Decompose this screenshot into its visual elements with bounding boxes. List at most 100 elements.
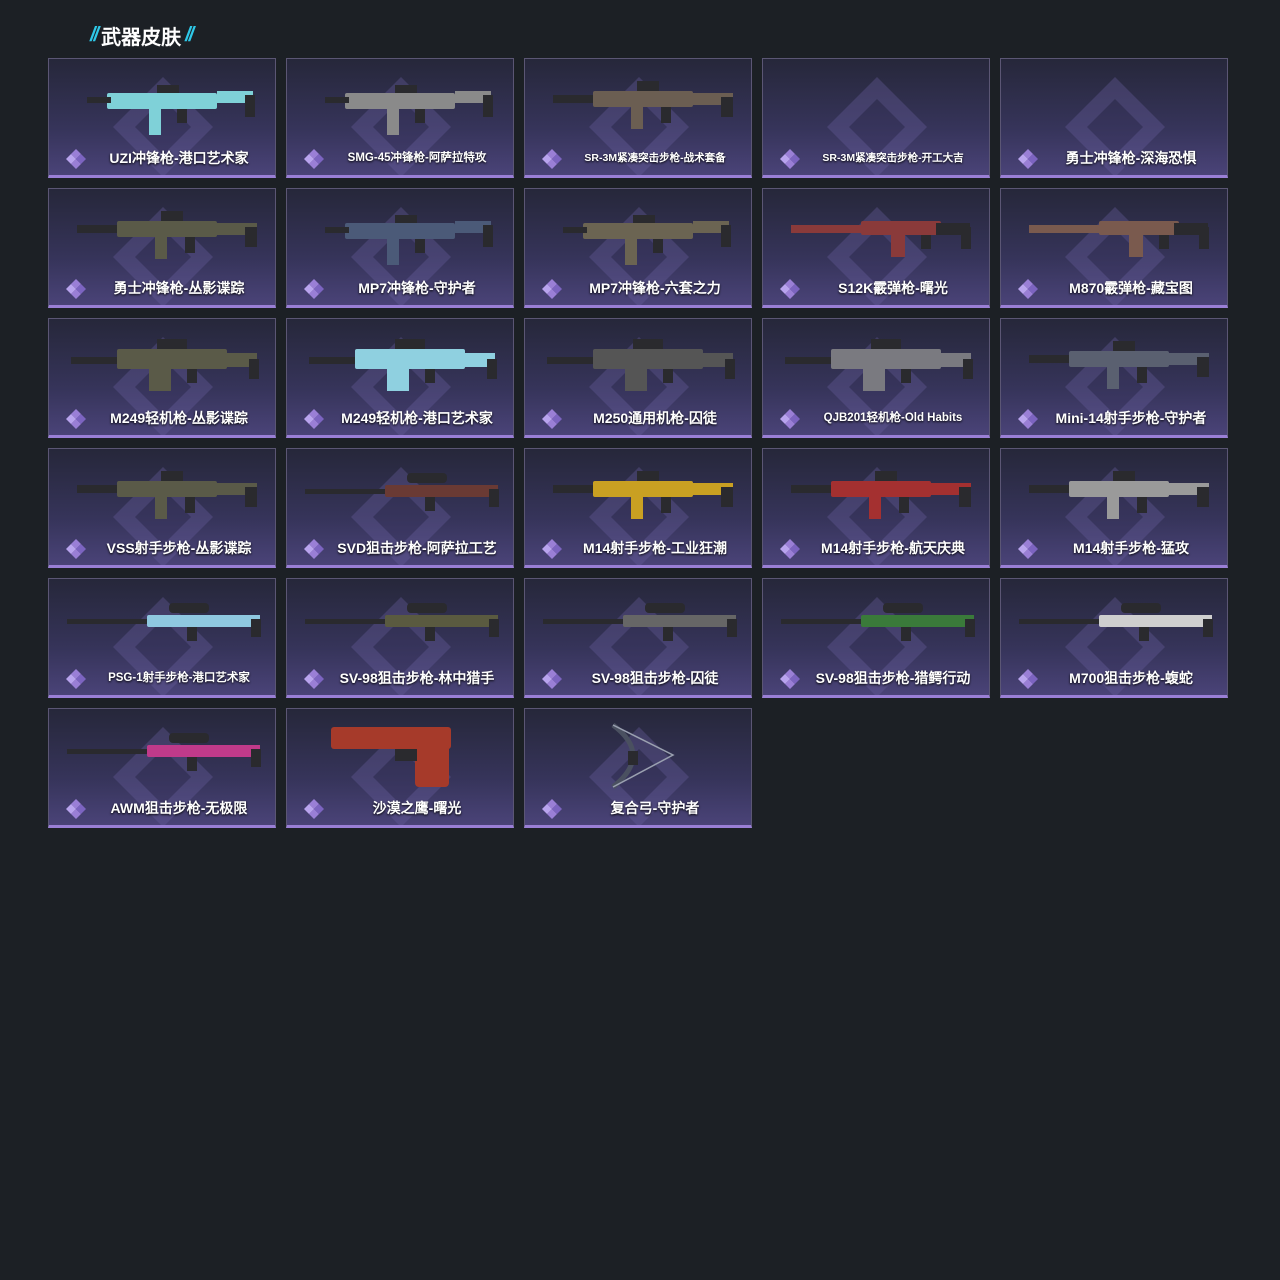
skin-card[interactable]: SV-98狙击步枪-囚徒: [524, 578, 752, 698]
skin-card[interactable]: M14射手步枪-工业狂潮: [524, 448, 752, 568]
skin-name: M14射手步枪-工业狂潮: [583, 540, 727, 556]
rarity-diamond-icon: [304, 539, 324, 559]
rifle-icon: [1029, 471, 1209, 519]
rarity-diamond-icon: [304, 149, 324, 169]
rarity-diamond-icon: [66, 669, 86, 689]
skin-name: UZI冲锋枪-港口艺术家: [109, 150, 249, 166]
skin-name: 勇士冲锋枪-丛影谍踪: [113, 280, 245, 296]
skin-name: SV-98狙击步枪-猎鳄行动: [815, 670, 971, 686]
skin-card[interactable]: UZI冲锋枪-港口艺术家: [48, 58, 276, 178]
rifle-icon: [77, 471, 257, 519]
skin-name: PSG-1射手步枪-港口艺术家: [108, 672, 250, 684]
skin-name: M250通用机枪-囚徒: [593, 410, 717, 426]
skin-card[interactable]: SVD狙击步枪-阿萨拉工艺: [286, 448, 514, 568]
sniper-icon: [67, 603, 261, 641]
skin-label-row: AWM狙击步枪-无极限: [49, 795, 275, 821]
skin-name: SVD狙击步枪-阿萨拉工艺: [337, 540, 497, 556]
rarity-diamond-icon: [1018, 279, 1038, 299]
skin-card[interactable]: M870霰弹枪-藏宝图: [1000, 188, 1228, 308]
skin-card[interactable]: SMG-45冲锋枪-阿萨拉特攻: [286, 58, 514, 178]
rarity-diamond-icon: [66, 799, 86, 819]
skin-name: M249轻机枪-丛影谍踪: [110, 410, 248, 426]
skin-label-row: SV-98狙击步枪-囚徒: [525, 665, 751, 691]
skin-card[interactable]: S12K霰弹枪-曙光: [762, 188, 990, 308]
section-title: 武器皮肤: [101, 26, 182, 49]
skin-label-row: SVD狙击步枪-阿萨拉工艺: [287, 535, 513, 561]
sniper-icon: [543, 603, 737, 641]
skin-name: QJB201轻机枪-Old Habits: [823, 412, 963, 424]
skin-label-row: QJB201轻机枪-Old Habits: [763, 405, 989, 431]
skin-card[interactable]: M249轻机枪-丛影谍踪: [48, 318, 276, 438]
skin-card[interactable]: PSG-1射手步枪-港口艺术家: [48, 578, 276, 698]
skin-card[interactable]: QJB201轻机枪-Old Habits: [762, 318, 990, 438]
skin-card[interactable]: AWM狙击步枪-无极限: [48, 708, 276, 828]
weapon-skins-page: // 武器皮肤 // UZI冲锋枪-港口艺术家 SMG-45冲锋枪-阿萨拉特攻 …: [0, 0, 1280, 1280]
skin-label-row: M14射手步枪-猛攻: [1001, 535, 1227, 561]
skin-label-row: M14射手步枪-工业狂潮: [525, 535, 751, 561]
skin-card[interactable]: MP7冲锋枪-守护者: [286, 188, 514, 308]
lmg-icon: [309, 339, 497, 391]
skin-card[interactable]: 复合弓-守护者: [524, 708, 752, 828]
skin-name: MP7冲锋枪-守护者: [358, 280, 476, 296]
skin-card[interactable]: Mini-14射手步枪-守护者: [1000, 318, 1228, 438]
sniper-icon: [67, 733, 261, 771]
lmg-icon: [785, 339, 973, 391]
rarity-diamond-icon: [66, 409, 86, 429]
bow-icon: [611, 723, 675, 789]
skin-card[interactable]: SR-3M紧凑突击步枪-战术套备: [524, 58, 752, 178]
rarity-diamond-icon: [542, 799, 562, 819]
skin-label-row: 勇士冲锋枪-深海恐惧: [1001, 145, 1227, 171]
rifle-icon: [553, 81, 733, 129]
skin-label-row: M870霰弹枪-藏宝图: [1001, 275, 1227, 301]
skin-card[interactable]: M249轻机枪-港口艺术家: [286, 318, 514, 438]
smg-icon: [87, 85, 255, 135]
smg-icon: [325, 85, 493, 135]
skin-card[interactable]: SV-98狙击步枪-猎鳄行动: [762, 578, 990, 698]
skin-label-row: SR-3M紧凑突击步枪-战术套备: [525, 145, 751, 171]
skin-card[interactable]: M250通用机枪-囚徒: [524, 318, 752, 438]
rarity-diamond-icon: [542, 149, 562, 169]
sniper-icon: [305, 603, 499, 641]
header-deco-right: //: [185, 23, 194, 46]
rarity-diamond-icon: [66, 149, 86, 169]
skin-name: S12K霰弹枪-曙光: [838, 280, 948, 296]
skin-name: SV-98狙击步枪-林中猎手: [339, 670, 495, 686]
pistol-icon: [331, 727, 451, 787]
skin-name: 勇士冲锋枪-深海恐惧: [1065, 150, 1197, 166]
skin-name: M700狙击步枪-蝮蛇: [1069, 670, 1193, 686]
skin-label-row: VSS射手步枪-丛影谍踪: [49, 535, 275, 561]
rarity-diamond-icon: [780, 669, 800, 689]
skin-card[interactable]: 沙漠之鹰-曙光: [286, 708, 514, 828]
skin-name: SV-98狙击步枪-囚徒: [591, 670, 719, 686]
skin-label-row: SV-98狙击步枪-猎鳄行动: [763, 665, 989, 691]
skin-label-row: UZI冲锋枪-港口艺术家: [49, 145, 275, 171]
section-header: // 武器皮肤 //: [90, 20, 194, 50]
skin-name: 复合弓-守护者: [610, 800, 700, 816]
skin-card[interactable]: 勇士冲锋枪-丛影谍踪: [48, 188, 276, 308]
skin-card[interactable]: MP7冲锋枪-六套之力: [524, 188, 752, 308]
skin-card[interactable]: SR-3M紧凑突击步枪-开工大吉: [762, 58, 990, 178]
skin-card[interactable]: M14射手步枪-航天庆典: [762, 448, 990, 568]
skin-card[interactable]: M14射手步枪-猛攻: [1000, 448, 1228, 568]
rarity-diamond-icon: [542, 409, 562, 429]
rarity-diamond-icon: [66, 539, 86, 559]
rifle-icon: [791, 471, 971, 519]
skin-label-row: M250通用机枪-囚徒: [525, 405, 751, 431]
skin-card[interactable]: SV-98狙击步枪-林中猎手: [286, 578, 514, 698]
skin-label-row: M14射手步枪-航天庆典: [763, 535, 989, 561]
skin-label-row: SV-98狙击步枪-林中猎手: [287, 665, 513, 691]
rarity-diamond-icon: [304, 279, 324, 299]
skin-name: M249轻机枪-港口艺术家: [341, 410, 493, 426]
skin-card[interactable]: VSS射手步枪-丛影谍踪: [48, 448, 276, 568]
rarity-diamond-icon: [542, 669, 562, 689]
skin-label-row: MP7冲锋枪-守护者: [287, 275, 513, 301]
skin-name: VSS射手步枪-丛影谍踪: [106, 540, 252, 556]
skin-name: M14射手步枪-猛攻: [1073, 540, 1189, 556]
skin-name: SMG-45冲锋枪-阿萨拉特攻: [347, 152, 487, 164]
skin-card[interactable]: 勇士冲锋枪-深海恐惧: [1000, 58, 1228, 178]
shotgun-icon: [791, 221, 971, 257]
skin-grid: UZI冲锋枪-港口艺术家 SMG-45冲锋枪-阿萨拉特攻 SR-3M紧凑突击步枪…: [48, 58, 1228, 828]
skin-name: SR-3M紧凑突击步枪-开工大吉: [822, 152, 964, 164]
shotgun-icon: [1029, 221, 1209, 257]
skin-card[interactable]: M700狙击步枪-蝮蛇: [1000, 578, 1228, 698]
